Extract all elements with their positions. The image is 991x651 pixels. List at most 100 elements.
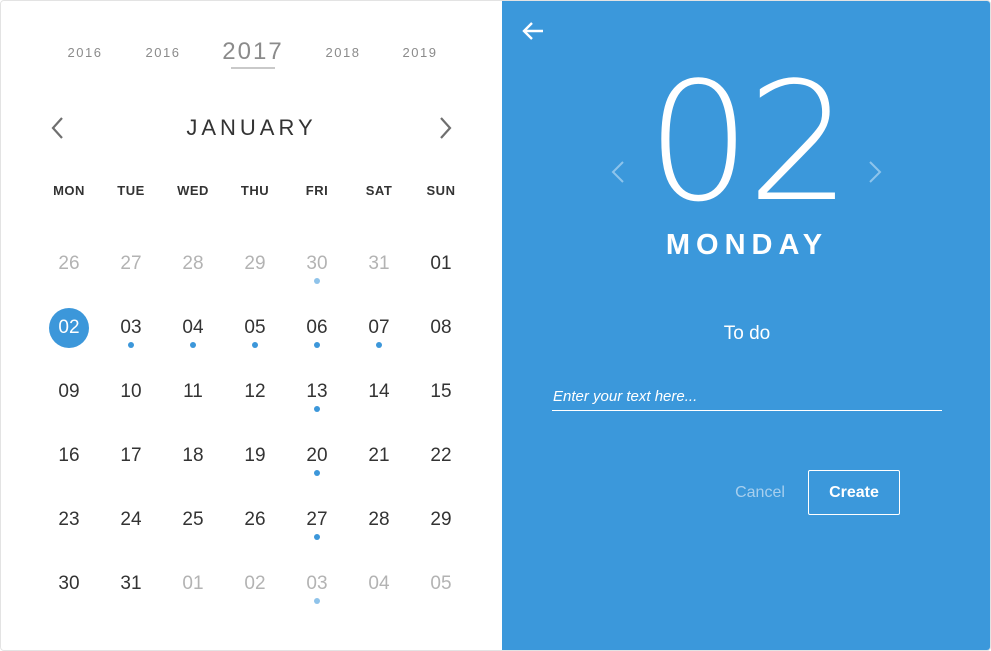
calendar-day[interactable]: 26 [38,232,100,296]
calendar-day[interactable]: 05 [224,296,286,360]
calendar-day[interactable]: 07 [348,296,410,360]
calendar-day[interactable]: 11 [162,360,224,424]
calendar-day[interactable]: 28 [162,232,224,296]
selected-day-number: 02 [646,47,852,238]
calendar-day-selected[interactable]: 02 [38,296,100,360]
day-number: 02 [244,573,266,594]
todo-input[interactable] [552,382,942,411]
day-number: 23 [58,509,80,530]
event-dot-indicator [376,342,382,348]
day-number: 16 [58,445,80,466]
event-dot-indicator [252,342,258,348]
calendar-day[interactable]: 21 [348,424,410,488]
day-number: 28 [368,509,390,530]
calendar-day[interactable]: 27 [100,232,162,296]
day-number: 05 [430,573,452,594]
event-dot-indicator [128,342,134,348]
event-dot-indicator [314,406,320,412]
event-dot-indicator [314,598,320,604]
calendar-day[interactable]: 27 [286,488,348,552]
calendar-day[interactable]: 16 [38,424,100,488]
day-number: 30 [58,573,80,594]
year-selector: 2016 2016 2017 2018 2019 [45,37,457,71]
day-number: 24 [120,509,142,530]
calendar-day[interactable]: 24 [100,488,162,552]
next-month-button[interactable] [433,115,457,141]
calendar-day[interactable]: 09 [38,360,100,424]
event-dot-indicator [314,534,320,540]
year-option[interactable]: 2016 [45,37,125,69]
calendar-day[interactable]: 25 [162,488,224,552]
day-number: 22 [430,445,452,466]
day-number: 09 [58,381,80,402]
calendar-day[interactable]: 31 [348,232,410,296]
day-number: 17 [120,445,142,466]
weekday-label: FRI [305,183,329,198]
event-dot-indicator [314,278,320,284]
calendar-day[interactable]: 04 [348,552,410,616]
day-number: 10 [120,381,142,402]
calendar-day[interactable]: 15 [410,360,472,424]
weekday-label: WED [177,183,209,198]
calendar-day[interactable]: 22 [410,424,472,488]
calendar-day[interactable]: 13 [286,360,348,424]
calendar-day[interactable]: 02 [224,552,286,616]
calendar-day[interactable]: 23 [38,488,100,552]
day-number: 28 [182,253,204,274]
cancel-button[interactable]: Cancel [720,471,800,515]
calendar-day[interactable]: 04 [162,296,224,360]
calendar-day[interactable]: 28 [348,488,410,552]
calendar-day[interactable]: 10 [100,360,162,424]
arrow-left-icon [522,22,543,40]
calendar-day[interactable]: 05 [410,552,472,616]
calendar-day[interactable]: 14 [348,360,410,424]
day-number: 15 [430,381,452,402]
create-button[interactable]: Create [808,470,900,515]
chevron-right-icon [869,161,882,183]
day-number: 19 [244,445,266,466]
day-number: 11 [183,381,203,402]
weekday-label: TUE [117,183,145,198]
calendar-day[interactable]: 20 [286,424,348,488]
calendar-day[interactable]: 08 [410,296,472,360]
calendar-day[interactable]: 12 [224,360,286,424]
calendar-day[interactable]: 03 [286,552,348,616]
back-button[interactable] [520,19,546,43]
year-option-active[interactable]: 2017 [213,37,293,69]
day-number: 08 [430,317,452,338]
calendar-day[interactable]: 01 [162,552,224,616]
day-number: 27 [120,253,142,274]
next-day-button[interactable] [865,159,885,185]
day-grid: 26 27 28 29 30 31 01 02 03 04 05 06 07 08 09 10 11 12 13 14… [38,232,472,616]
weekday-label: THU [240,183,270,198]
calendar-day[interactable]: 31 [100,552,162,616]
calendar-day[interactable]: 29 [410,488,472,552]
chevron-right-icon [440,117,452,139]
day-number: 02 [49,308,89,348]
selected-weekday: MONDAY [665,229,829,261]
calendar-day[interactable]: 26 [224,488,286,552]
day-number: 25 [182,509,204,530]
day-number: 31 [120,573,142,594]
day-number: 31 [368,253,390,274]
calendar-day[interactable]: 17 [100,424,162,488]
day-number: 12 [244,381,266,402]
year-option[interactable]: 2019 [380,37,460,69]
day-number: 01 [182,573,204,594]
year-option[interactable]: 2016 [123,37,203,69]
calendar-day[interactable]: 06 [286,296,348,360]
year-option[interactable]: 2018 [303,37,383,69]
month-header: JANUARY [1,109,502,149]
weekday-header: MON TUE WED THU FRI SAT SUN [38,183,472,201]
calendar-day[interactable]: 29 [224,232,286,296]
calendar-day[interactable]: 30 [286,232,348,296]
day-number: 18 [182,445,204,466]
event-dot-indicator [314,342,320,348]
calendar-day[interactable]: 03 [100,296,162,360]
calendar-day[interactable]: 01 [410,232,472,296]
calendar-day[interactable]: 19 [224,424,286,488]
calendar-day[interactable]: 30 [38,552,100,616]
weekday-label: SUN [426,183,456,198]
calendar-day[interactable]: 18 [162,424,224,488]
day-number: 01 [430,253,452,274]
